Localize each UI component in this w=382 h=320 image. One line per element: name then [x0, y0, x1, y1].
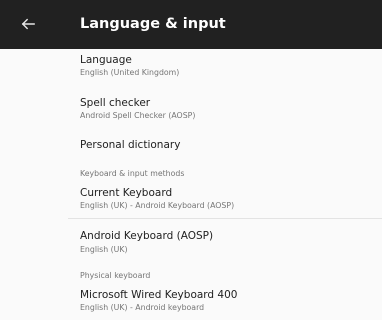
category-physical-keyboard: Physical keyboard	[80, 271, 151, 280]
language-setting[interactable]: Language English (United Kingdom)	[0, 49, 382, 91]
current-keyboard-summary: English (UK) - Android Keyboard (AOSP)	[80, 201, 235, 210]
wired-keyboard-setting[interactable]: Microsoft Wired Keyboard 400 English (UK…	[0, 283, 382, 320]
current-keyboard-title: Current Keyboard	[80, 187, 173, 199]
page-title: Language & input	[80, 16, 226, 32]
back-button[interactable]	[8, 4, 48, 44]
android-keyboard-summary: English (UK)	[80, 245, 128, 254]
personal-dictionary-setting[interactable]: Personal dictionary	[0, 131, 382, 165]
language-summary: English (United Kingdom)	[80, 68, 180, 77]
spell-checker-title: Spell checker	[80, 97, 151, 109]
category-keyboard-input: Keyboard & input methods	[80, 169, 185, 178]
spell-checker-setting[interactable]: Spell checker Android Spell Checker (AOS…	[0, 91, 382, 131]
wired-keyboard-title: Microsoft Wired Keyboard 400	[80, 289, 238, 301]
settings-list: Language English (United Kingdom) Spell …	[0, 49, 382, 320]
language-title: Language	[80, 54, 132, 66]
wired-keyboard-summary: English (UK) - Android keyboard	[80, 303, 205, 312]
android-keyboard-title: Android Keyboard (AOSP)	[80, 230, 214, 242]
current-keyboard-setting[interactable]: Current Keyboard English (UK) - Android …	[0, 181, 382, 221]
spell-checker-summary: Android Spell Checker (AOSP)	[80, 111, 196, 120]
app-bar: Language & input	[0, 0, 382, 49]
section-divider	[68, 218, 382, 219]
arrow-left-icon	[21, 18, 35, 30]
android-keyboard-setting[interactable]: Android Keyboard (AOSP) English (UK)	[0, 221, 382, 263]
personal-dictionary-title: Personal dictionary	[80, 139, 181, 151]
